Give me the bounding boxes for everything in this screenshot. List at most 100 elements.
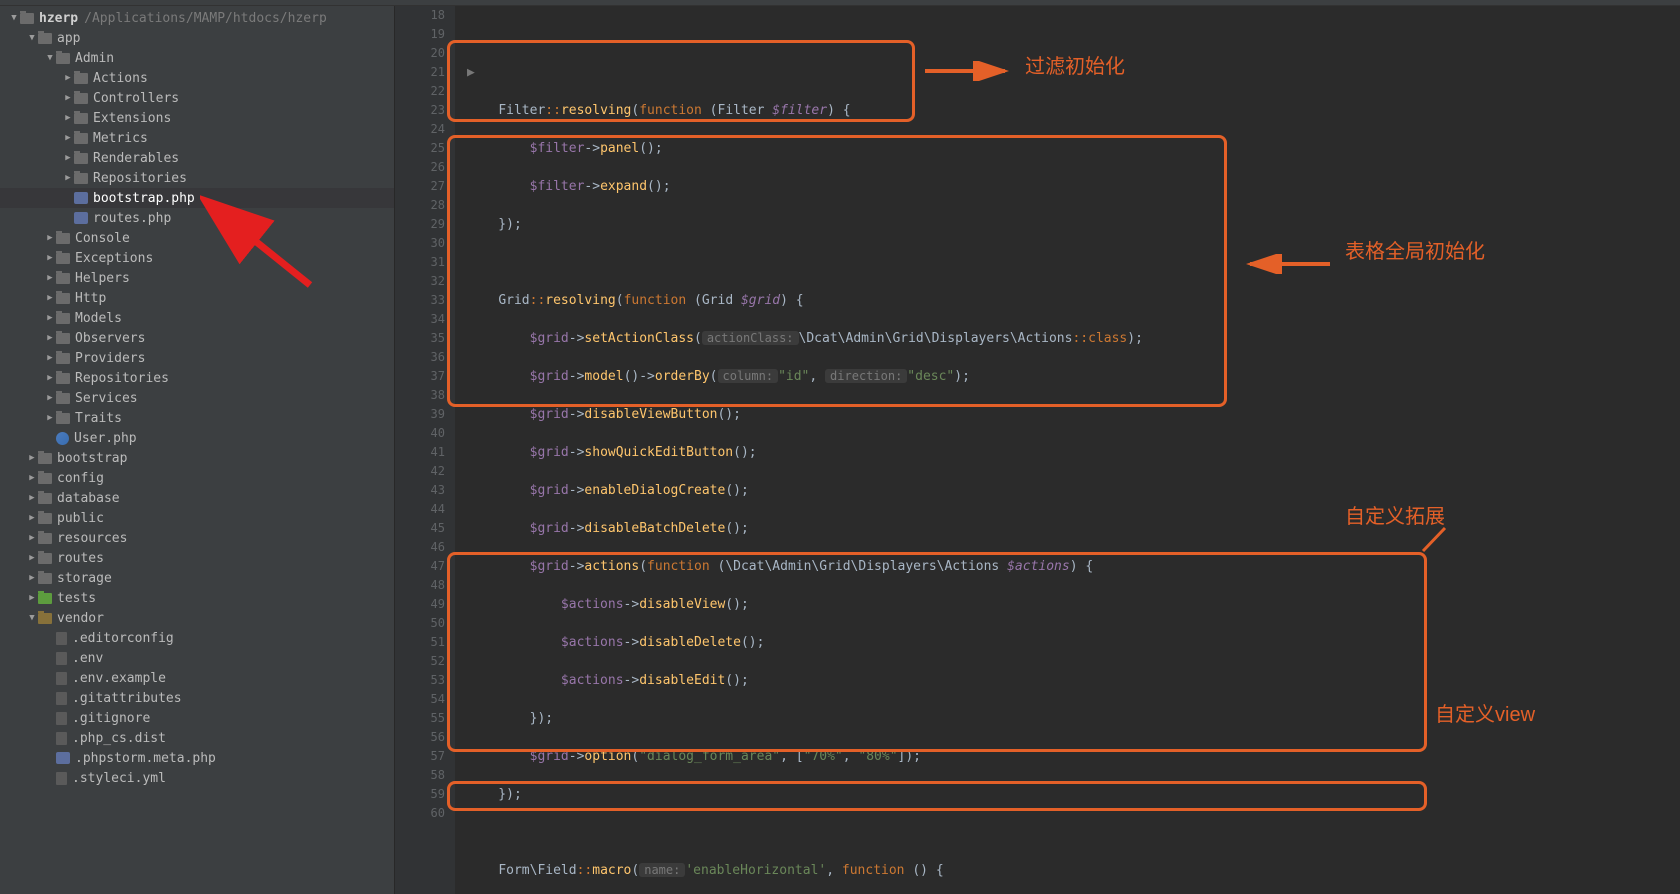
line-number: 53 (395, 671, 445, 690)
line-number: 36 (395, 348, 445, 367)
tree-item-helpers[interactable]: Helpers (0, 268, 394, 288)
expand-arrow-icon[interactable] (26, 453, 38, 463)
line-number: 32 (395, 272, 445, 291)
line-number: 48 (395, 576, 445, 595)
line-number: 28 (395, 196, 445, 215)
expand-arrow-icon[interactable] (44, 373, 56, 383)
line-number: 34 (395, 310, 445, 329)
tree-item-extensions[interactable]: Extensions (0, 108, 394, 128)
tree-item--styleci-yml[interactable]: .styleci.yml (0, 768, 394, 788)
tree-item-label: Repositories (93, 171, 187, 186)
tree-item-admin[interactable]: Admin (0, 48, 394, 68)
tree-item-label: database (57, 491, 120, 506)
tree-item--php-cs-dist[interactable]: .php_cs.dist (0, 728, 394, 748)
expand-arrow-icon[interactable] (26, 533, 38, 543)
expand-arrow-icon[interactable] (26, 493, 38, 503)
fold-icon[interactable]: ▶ (467, 65, 475, 80)
folder-icon (56, 333, 70, 344)
project-tree[interactable]: hzerp/Applications/MAMP/htdocs/hzerpappA… (0, 6, 395, 894)
expand-arrow-icon[interactable] (62, 73, 74, 83)
line-number: 47 (395, 557, 445, 576)
expand-arrow-icon[interactable] (26, 513, 38, 523)
tree-item-repositories[interactable]: Repositories (0, 168, 394, 188)
tree-item-routes[interactable]: routes (0, 548, 394, 568)
expand-arrow-icon[interactable] (62, 173, 74, 183)
tree-item--editorconfig[interactable]: .editorconfig (0, 628, 394, 648)
expand-arrow-icon[interactable] (44, 393, 56, 403)
tree-item-label: .styleci.yml (72, 771, 166, 786)
tree-item-tests[interactable]: tests (0, 588, 394, 608)
expand-arrow-icon[interactable] (26, 553, 38, 563)
line-number: 30 (395, 234, 445, 253)
tree-item-config[interactable]: config (0, 468, 394, 488)
tree-item-models[interactable]: Models (0, 308, 394, 328)
expand-arrow-icon[interactable] (44, 413, 56, 423)
folder-icon (56, 273, 70, 284)
expand-arrow-icon[interactable] (44, 233, 56, 243)
tree-item-label: Services (75, 391, 138, 406)
tree-item-vendor[interactable]: vendor (0, 608, 394, 628)
line-number: 27 (395, 177, 445, 196)
tree-item-label: Metrics (93, 131, 148, 146)
tree-item--env[interactable]: .env (0, 648, 394, 668)
tree-item-bootstrap[interactable]: bootstrap (0, 448, 394, 468)
expand-arrow-icon[interactable] (44, 353, 56, 363)
line-number: 20 (395, 44, 445, 63)
tree-item-providers[interactable]: Providers (0, 348, 394, 368)
tree-item--env-example[interactable]: .env.example (0, 668, 394, 688)
expand-arrow-icon[interactable] (26, 33, 38, 43)
editor-pane[interactable]: 1819202122232425262728293031323334353637… (395, 6, 1680, 894)
expand-arrow-icon[interactable] (44, 313, 56, 323)
expand-arrow-icon[interactable] (44, 293, 56, 303)
expand-arrow-icon[interactable] (44, 273, 56, 283)
expand-arrow-icon[interactable] (26, 593, 38, 603)
tree-item-database[interactable]: database (0, 488, 394, 508)
expand-arrow-icon[interactable] (44, 333, 56, 343)
line-number: 42 (395, 462, 445, 481)
tree-item-services[interactable]: Services (0, 388, 394, 408)
code-area[interactable]: ▶ Filter::resolving(function (Filter $fi… (455, 6, 1680, 894)
tree-item-routes-php[interactable]: routes.php (0, 208, 394, 228)
expand-arrow-icon[interactable] (26, 613, 38, 623)
tree-item-app[interactable]: app (0, 28, 394, 48)
expand-arrow-icon[interactable] (26, 573, 38, 583)
tree-item-repositories[interactable]: Repositories (0, 368, 394, 388)
tree-item-controllers[interactable]: Controllers (0, 88, 394, 108)
folder-icon (56, 353, 70, 364)
file-icon (56, 732, 67, 745)
tree-item-label: Providers (75, 351, 145, 366)
tree-item-exceptions[interactable]: Exceptions (0, 248, 394, 268)
tree-item-renderables[interactable]: Renderables (0, 148, 394, 168)
expand-arrow-icon[interactable] (62, 93, 74, 103)
tree-item-label: bootstrap (57, 451, 127, 466)
tree-item-actions[interactable]: Actions (0, 68, 394, 88)
folder-icon (74, 113, 88, 124)
file-icon (56, 692, 67, 705)
expand-arrow-icon[interactable] (8, 13, 20, 23)
tree-item-observers[interactable]: Observers (0, 328, 394, 348)
tree-item-resources[interactable]: resources (0, 528, 394, 548)
tree-item--gitattributes[interactable]: .gitattributes (0, 688, 394, 708)
expand-arrow-icon[interactable] (26, 473, 38, 483)
tree-item--phpstorm-meta-php[interactable]: .phpstorm.meta.php (0, 748, 394, 768)
tree-item-console[interactable]: Console (0, 228, 394, 248)
tree-item-user-php[interactable]: User.php (0, 428, 394, 448)
line-number: 24 (395, 120, 445, 139)
tree-item-label: resources (57, 531, 127, 546)
expand-arrow-icon[interactable] (62, 133, 74, 143)
tree-item-storage[interactable]: storage (0, 568, 394, 588)
tree-item-metrics[interactable]: Metrics (0, 128, 394, 148)
expand-arrow-icon[interactable] (62, 113, 74, 123)
line-number: 45 (395, 519, 445, 538)
tree-item-public[interactable]: public (0, 508, 394, 528)
tree-item-http[interactable]: Http (0, 288, 394, 308)
expand-arrow-icon[interactable] (44, 53, 56, 63)
tree-item-label: Repositories (75, 371, 169, 386)
tree-item--gitignore[interactable]: .gitignore (0, 708, 394, 728)
tree-item-hzerp[interactable]: hzerp/Applications/MAMP/htdocs/hzerp (0, 8, 394, 28)
expand-arrow-icon[interactable] (62, 153, 74, 163)
tree-item-traits[interactable]: Traits (0, 408, 394, 428)
folder-icon (56, 233, 70, 244)
tree-item-bootstrap-php[interactable]: bootstrap.php (0, 188, 394, 208)
expand-arrow-icon[interactable] (44, 253, 56, 263)
